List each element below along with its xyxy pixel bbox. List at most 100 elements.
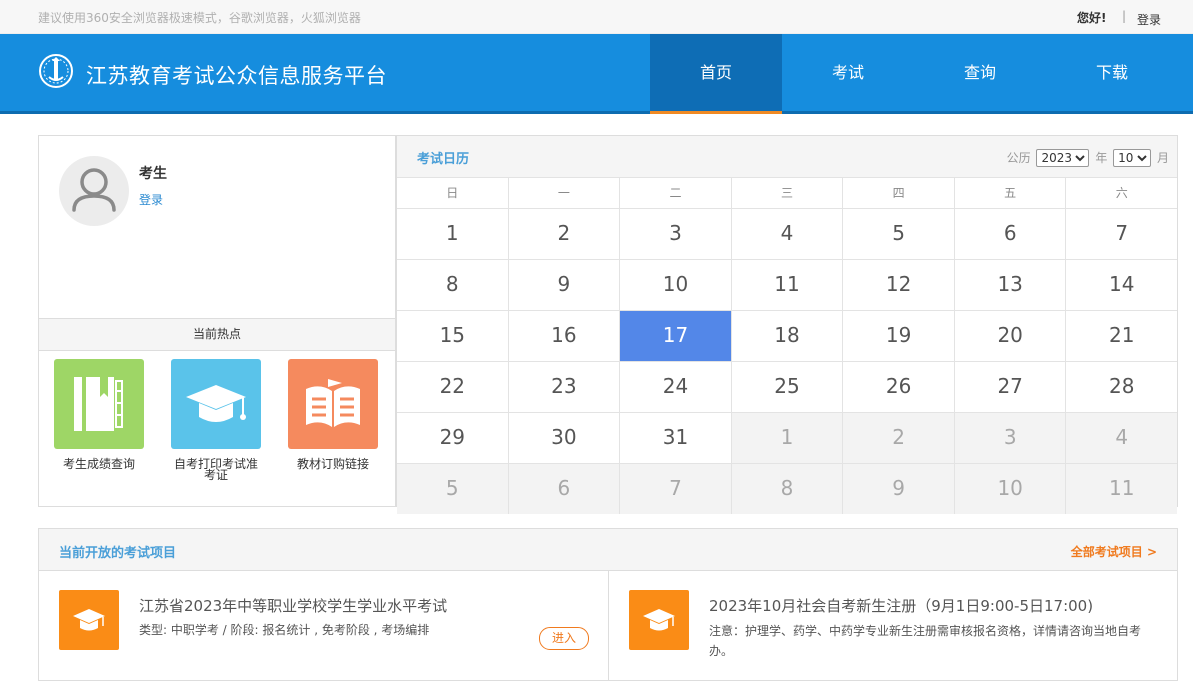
calendar-day[interactable]: 6 xyxy=(954,209,1067,259)
calendar-controls: 公历 2023 年 10 月 xyxy=(1007,149,1169,167)
calendar-day[interactable]: 12 xyxy=(843,260,955,310)
calendar-day-other-month[interactable]: 3 xyxy=(954,413,1067,463)
hot-topics-title: 当前热点 xyxy=(39,318,395,351)
calendar-day-today[interactable]: 17 xyxy=(620,311,732,361)
topbar-separator: | xyxy=(1122,9,1127,23)
calendar-day-other-month[interactable]: 4 xyxy=(1066,413,1178,463)
site-header: 江苏教育考试公众信息服务平台 首页 考试 查询 下载 xyxy=(0,34,1193,114)
graduation-cap-icon[interactable] xyxy=(171,359,261,449)
calendar-day[interactable]: 31 xyxy=(620,413,732,463)
calendar-day-other-month[interactable]: 5 xyxy=(397,464,509,514)
weekday-label: 六 xyxy=(1115,186,1128,200)
calendar-day-other-month[interactable]: 10 xyxy=(954,464,1067,514)
calendar-day[interactable]: 1 xyxy=(397,209,509,259)
exam-calendar: 考试日历 公历 2023 年 10 月 日 一 二 三 四 五 六 123456… xyxy=(396,135,1178,514)
calendar-day[interactable]: 28 xyxy=(1066,362,1178,412)
exam-name-link[interactable]: 江苏省2023年中等职业学校学生学业水平考试 xyxy=(139,595,447,616)
calendar-week-row: 5 6 7 8 9 10 11 xyxy=(397,463,1178,514)
calendar-day[interactable]: 4 xyxy=(731,209,844,259)
calendar-day[interactable]: 24 xyxy=(620,362,732,412)
calendar-week-row: 15 16 17 18 19 20 21 xyxy=(397,310,1178,361)
calendar-day[interactable]: 23 xyxy=(508,362,621,412)
calendar-week-row: 29 30 31 1 2 3 4 xyxy=(397,412,1178,463)
calendar-day-other-month[interactable]: 2 xyxy=(843,413,955,463)
weekday-label: 二 xyxy=(620,178,732,208)
hot-item-textbook-order[interactable]: 教材订购链接 xyxy=(278,359,388,470)
graduation-cap-icon[interactable] xyxy=(629,590,689,650)
calendar-week-row: 22 23 24 25 26 27 28 xyxy=(397,361,1178,412)
enter-button[interactable]: 进入 xyxy=(539,627,589,650)
weekday-label: 四 xyxy=(843,178,955,208)
calendar-day-other-month[interactable]: 9 xyxy=(843,464,955,514)
hot-item-score-query[interactable]: 考生成绩查询 xyxy=(44,359,154,470)
calendar-title: 考试日历 xyxy=(417,152,470,167)
user-name: 考生 xyxy=(139,166,167,182)
calendar-day[interactable]: 9 xyxy=(508,260,621,310)
user-silhouette-icon xyxy=(72,168,116,212)
calendar-day-other-month[interactable]: 6 xyxy=(508,464,621,514)
weekday-label: 日 xyxy=(397,178,509,208)
year-select[interactable]: 2023 xyxy=(1036,149,1090,167)
open-exams-panel: 当前开放的考试项目 全部考试项目 > 江苏省2023年中等职业学校学生学业水平考… xyxy=(38,528,1178,681)
exam-meta: 类型: 中职学考 / 阶段: 报名统计 , 免考阶段 , 考场编排 xyxy=(139,623,430,637)
weekday-label: 一 xyxy=(509,178,621,208)
graduation-cap-icon[interactable] xyxy=(59,590,119,650)
calendar-day[interactable]: 19 xyxy=(843,311,955,361)
hot-item-label: 考生成绩查询 xyxy=(62,457,135,471)
calendar-day[interactable]: 8 xyxy=(397,260,509,310)
nav-exam[interactable]: 考试 xyxy=(782,34,914,111)
month-select[interactable]: 10 xyxy=(1113,149,1152,167)
calendar-day[interactable]: 18 xyxy=(731,311,844,361)
calendar-day[interactable]: 5 xyxy=(843,209,955,259)
notebook-icon[interactable] xyxy=(54,359,144,449)
calendar-grid: 日 一 二 三 四 五 六 1 2 3 4 5 6 7 8 9 10 11 12 13 14 15 16 17 1… xyxy=(397,177,1178,514)
open-book-icon[interactable] xyxy=(288,359,378,449)
site-title[interactable]: 江苏教育考试公众信息服务平台 xyxy=(86,60,387,90)
calendar-day-other-month[interactable]: 1 xyxy=(731,413,844,463)
calendar-era-label: 公历 xyxy=(1006,151,1031,165)
month-unit: 月 xyxy=(1156,151,1169,165)
calendar-day[interactable]: 22 xyxy=(397,362,509,412)
calendar-day[interactable]: 10 xyxy=(620,260,732,310)
open-exams-title: 当前开放的考试项目 xyxy=(59,546,177,561)
hot-item-label: 教材订购链接 xyxy=(296,457,369,471)
all-exams-link[interactable]: 全部考试项目 > xyxy=(1071,543,1157,560)
divider xyxy=(608,570,609,680)
calendar-week-row: 8 9 10 11 12 13 14 xyxy=(397,259,1178,310)
open-exams-header: 当前开放的考试项目 全部考试项目 > xyxy=(39,529,1177,571)
calendar-day[interactable]: 21 xyxy=(1066,311,1178,361)
calendar-week-row: 1234567 xyxy=(397,208,1178,259)
browser-tip: 建议使用360安全浏览器极速模式，谷歌浏览器，火狐浏览器 xyxy=(38,11,361,25)
calendar-day[interactable]: 27 xyxy=(954,362,1067,412)
nav-home[interactable]: 首页 xyxy=(650,34,782,114)
calendar-day[interactable]: 29 xyxy=(397,413,509,463)
calendar-day[interactable]: 11 xyxy=(731,260,844,310)
calendar-day[interactable]: 3 xyxy=(620,209,732,259)
calendar-day-other-month[interactable]: 11 xyxy=(1066,464,1178,514)
calendar-day[interactable]: 30 xyxy=(508,413,621,463)
calendar-day[interactable]: 25 xyxy=(731,362,844,412)
top-bar: 建议使用360安全浏览器极速模式，谷歌浏览器，火狐浏览器 您好! | 登录 xyxy=(0,0,1193,34)
hot-item-admission-ticket[interactable]: 自考打印考试准考证 xyxy=(161,359,271,481)
site-logo-icon[interactable] xyxy=(38,53,74,89)
calendar-day[interactable]: 14 xyxy=(1066,260,1178,310)
nav-download[interactable]: 下载 xyxy=(1046,34,1178,111)
year-unit: 年 xyxy=(1095,151,1108,165)
calendar-day-other-month[interactable]: 7 xyxy=(620,464,732,514)
exam-note: 注意：护理学、药学、中药学专业新生注册需审核报名资格，详情请咨询当地自考办。 xyxy=(709,624,1142,658)
calendar-day[interactable]: 15 xyxy=(397,311,509,361)
calendar-day-other-month[interactable]: 8 xyxy=(731,464,844,514)
user-panel: 考生 登录 当前热点 考生成绩查询 自考打印考试准考证 教材订购链接 xyxy=(38,135,396,507)
weekday-label: 五 xyxy=(955,178,1067,208)
exam-name-link[interactable]: 2023年10月社会自考新生注册（9月1日9:00-5日17:00) xyxy=(709,595,1093,616)
calendar-day[interactable]: 26 xyxy=(843,362,955,412)
calendar-day[interactable]: 16 xyxy=(508,311,621,361)
calendar-day[interactable]: 20 xyxy=(954,311,1067,361)
calendar-day[interactable]: 2 xyxy=(508,209,621,259)
nav-query[interactable]: 查询 xyxy=(914,34,1046,111)
calendar-day[interactable]: 7 xyxy=(1066,209,1178,259)
calendar-day[interactable]: 13 xyxy=(954,260,1067,310)
topbar-login-link[interactable]: 登录 xyxy=(1137,11,1161,28)
weekday-header: 日 一 二 三 四 五 六 xyxy=(397,177,1177,208)
user-login-link[interactable]: 登录 xyxy=(139,191,163,208)
